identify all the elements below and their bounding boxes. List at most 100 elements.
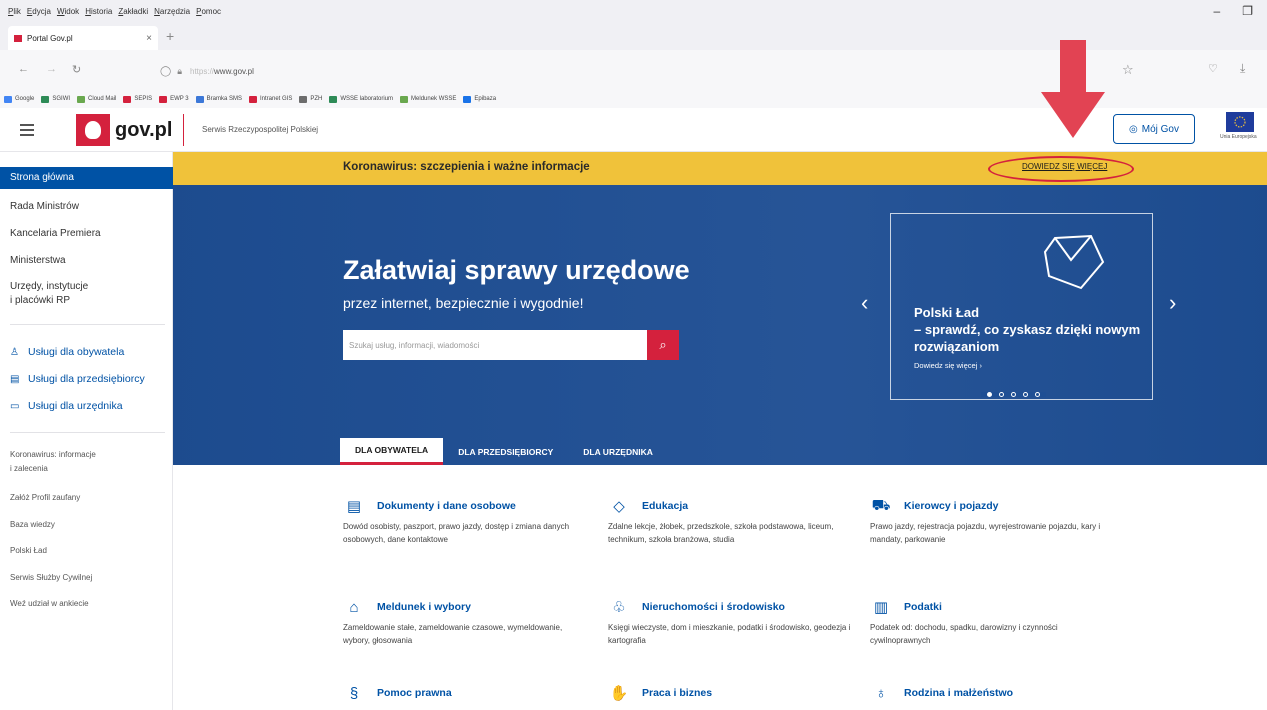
- pocket-icon[interactable]: ♡: [1208, 62, 1218, 75]
- bookmark-item[interactable]: PZH: [299, 95, 322, 103]
- bookmark-item[interactable]: Bramka SMS: [195, 95, 242, 103]
- category-title[interactable]: Kierowcy i pojazdy: [904, 500, 999, 512]
- bookmark-item[interactable]: Cloud Mail: [77, 95, 116, 103]
- back-icon[interactable]: ←: [18, 63, 29, 75]
- covid-banner: Koronawirus: szczepienia i ważne informa…: [173, 152, 1267, 185]
- download-icon[interactable]: ⤓: [1240, 61, 1245, 76]
- tab-title: Portal Gov.pl: [27, 33, 73, 43]
- tab-business[interactable]: DLA PRZEDSIĘBIORCY: [443, 438, 568, 465]
- sidebar-item-citizen-services[interactable]: ♙ Usługi dla obywatela: [0, 346, 173, 358]
- sidebar-item-business-services[interactable]: ▤ Usługi dla przedsiębiorcy: [0, 373, 173, 385]
- sidebar-item-polski-lad[interactable]: Polski Ład: [0, 546, 173, 555]
- category-card[interactable]: ⌂ Meldunek i wybory Zameldowanie stałe, za…: [343, 598, 588, 647]
- menu-tools[interactable]: Narzędzia: [154, 7, 190, 16]
- moj-gov-button[interactable]: ◎ Mój Gov: [1113, 114, 1195, 144]
- menu-file[interactable]: Plik: [8, 7, 21, 16]
- category-card[interactable]: ♧ Nieruchomości i środowisko Księgi wieczy…: [608, 598, 853, 647]
- search-icon: ⌕: [659, 337, 667, 352]
- menu-view[interactable]: Widok: [57, 7, 79, 16]
- bookmark-item[interactable]: Intranet GIS: [248, 95, 292, 103]
- bookmark-item[interactable]: Google: [4, 95, 34, 103]
- carousel-dot[interactable]: [999, 392, 1004, 397]
- bookmark-favicon-icon: [195, 95, 204, 103]
- user-circle-icon: ◎: [1129, 123, 1138, 135]
- category-header: ▤ Dokumenty i dane osobowe: [343, 497, 588, 515]
- sidebar-item-offices[interactable]: Urzędy, instytucje: [0, 281, 173, 292]
- carousel-dot[interactable]: [1023, 392, 1028, 397]
- sidebar-item-home[interactable]: Strona główna: [0, 167, 173, 189]
- category-card[interactable]: ⛟ Kierowcy i pojazdy Prawo jazdy, rejestra…: [870, 497, 1115, 546]
- promo-card[interactable]: Polski Ład – sprawdź, co zyskasz dzięki …: [890, 213, 1153, 400]
- bookmark-item[interactable]: Epibaza: [463, 95, 496, 103]
- sidebar-item-clerk-services[interactable]: ▭ Usługi dla urzędnika: [0, 400, 173, 412]
- category-header: ♧ Nieruchomości i środowisko: [608, 598, 853, 616]
- bookmark-favicon-icon: [299, 95, 308, 103]
- menu-edit[interactable]: Edycja: [27, 7, 51, 16]
- sidebar-item-trusted-profile[interactable]: Załóż Profil zaufany: [0, 493, 173, 502]
- url-bar[interactable]: ◯ 🔒︎ https:// www.gov.pl: [160, 60, 1150, 82]
- bookmark-item[interactable]: EWP 3: [159, 95, 189, 103]
- category-card[interactable]: ◇ Edukacja Zdalne lekcje, żłobek, przedszk…: [608, 497, 853, 546]
- reload-icon[interactable]: ↻: [72, 63, 81, 76]
- carousel-dot[interactable]: [1035, 392, 1040, 397]
- category-card[interactable]: ▤ Dokumenty i dane osobowe Dowód osobisty,…: [343, 497, 588, 546]
- bookmark-item[interactable]: WSSE laboratorium: [329, 95, 393, 103]
- sidebar-item-ministries[interactable]: Ministerstwa: [0, 255, 173, 266]
- category-card[interactable]: ▥ Podatki Podatek od: dochodu, spadku, dar…: [870, 598, 1115, 647]
- header-divider: [183, 114, 184, 146]
- tab-citizen[interactable]: DLA OBYWATELA: [340, 438, 444, 465]
- sidebar-item-covid-line2[interactable]: i zalecenia: [0, 464, 173, 473]
- sidebar-item-civil-service[interactable]: Serwis Służby Cywilnej: [0, 573, 173, 582]
- tree-building-icon: ♧: [612, 599, 626, 616]
- carousel-dot[interactable]: [1011, 392, 1016, 397]
- sidebar-item-chancellery[interactable]: Kancelaria Premiera: [0, 228, 173, 239]
- eu-label: Unia Europejska: [1220, 134, 1257, 140]
- bookmark-item[interactable]: Meldunek WSSE: [400, 95, 456, 103]
- category-card[interactable]: § Pomoc prawna: [343, 684, 588, 708]
- hamburger-menu-icon[interactable]: [20, 124, 34, 139]
- bookmark-item[interactable]: SEPIS: [123, 95, 152, 103]
- red-ellipse-annotation: [988, 156, 1134, 182]
- browser-menubar: Plik Edycja Widok Historia Zakładki Narz…: [0, 0, 1267, 22]
- minimize-icon[interactable]: –: [1214, 4, 1221, 18]
- bookmark-star-icon[interactable]: ☆: [1122, 62, 1134, 78]
- gov-logo[interactable]: gov.pl: [76, 114, 172, 146]
- sidebar-item-council[interactable]: Rada Ministrów: [0, 201, 173, 212]
- carousel-dot[interactable]: [987, 392, 992, 397]
- category-title[interactable]: Podatki: [904, 601, 942, 613]
- search-button[interactable]: ⌕: [647, 330, 679, 360]
- family-icon: ♁: [875, 684, 887, 702]
- menu-help[interactable]: Pomoc: [196, 7, 221, 16]
- category-title[interactable]: Dokumenty i dane osobowe: [377, 500, 516, 512]
- category-title[interactable]: Edukacja: [642, 500, 688, 512]
- carousel-dots: [981, 392, 1046, 397]
- maximize-icon[interactable]: ❐: [1242, 4, 1253, 18]
- category-title[interactable]: Rodzina i małżeństwo: [904, 687, 1013, 699]
- category-card[interactable]: ♁ Rodzina i małżeństwo: [870, 684, 1115, 708]
- menu-history[interactable]: Historia: [85, 7, 112, 16]
- sidebar-item-survey[interactable]: Weź udział w ankiecie: [0, 599, 173, 608]
- category-title[interactable]: Pomoc prawna: [377, 687, 452, 699]
- bookmark-favicon-icon: [159, 95, 168, 103]
- search-input[interactable]: [343, 340, 643, 350]
- sidebar-item-offices-line2[interactable]: i placówki RP: [0, 295, 173, 306]
- promo-more-link[interactable]: Dowiedz się więcej ›: [914, 361, 982, 370]
- new-tab-icon[interactable]: +: [166, 28, 174, 44]
- category-title[interactable]: Meldunek i wybory: [377, 601, 471, 613]
- sidebar-item-covid[interactable]: Koronawirus: informacje: [0, 450, 173, 459]
- carousel-prev-icon[interactable]: ‹: [861, 290, 868, 316]
- sidebar-item-knowledge-base[interactable]: Baza wiedzy: [0, 520, 173, 529]
- category-title[interactable]: Nieruchomości i środowisko: [642, 601, 785, 613]
- tab-close-icon[interactable]: ×: [146, 33, 152, 44]
- category-card[interactable]: ✋ Praca i biznes: [608, 684, 853, 708]
- menu-bookmarks[interactable]: Zakładki: [118, 7, 148, 16]
- bookmark-item[interactable]: SGIWI: [41, 95, 70, 103]
- browser-tab[interactable]: Portal Gov.pl ×: [8, 26, 158, 50]
- tracking-shield-icon[interactable]: ◯: [160, 66, 171, 77]
- carousel-next-icon[interactable]: ›: [1169, 290, 1176, 316]
- tab-clerk[interactable]: DLA URZĘDNIKA: [568, 438, 668, 465]
- paragraph-icon: §: [349, 684, 359, 702]
- lock-icon[interactable]: 🔒︎: [177, 66, 182, 77]
- forward-icon[interactable]: →: [46, 63, 57, 75]
- category-title[interactable]: Praca i biznes: [642, 687, 712, 699]
